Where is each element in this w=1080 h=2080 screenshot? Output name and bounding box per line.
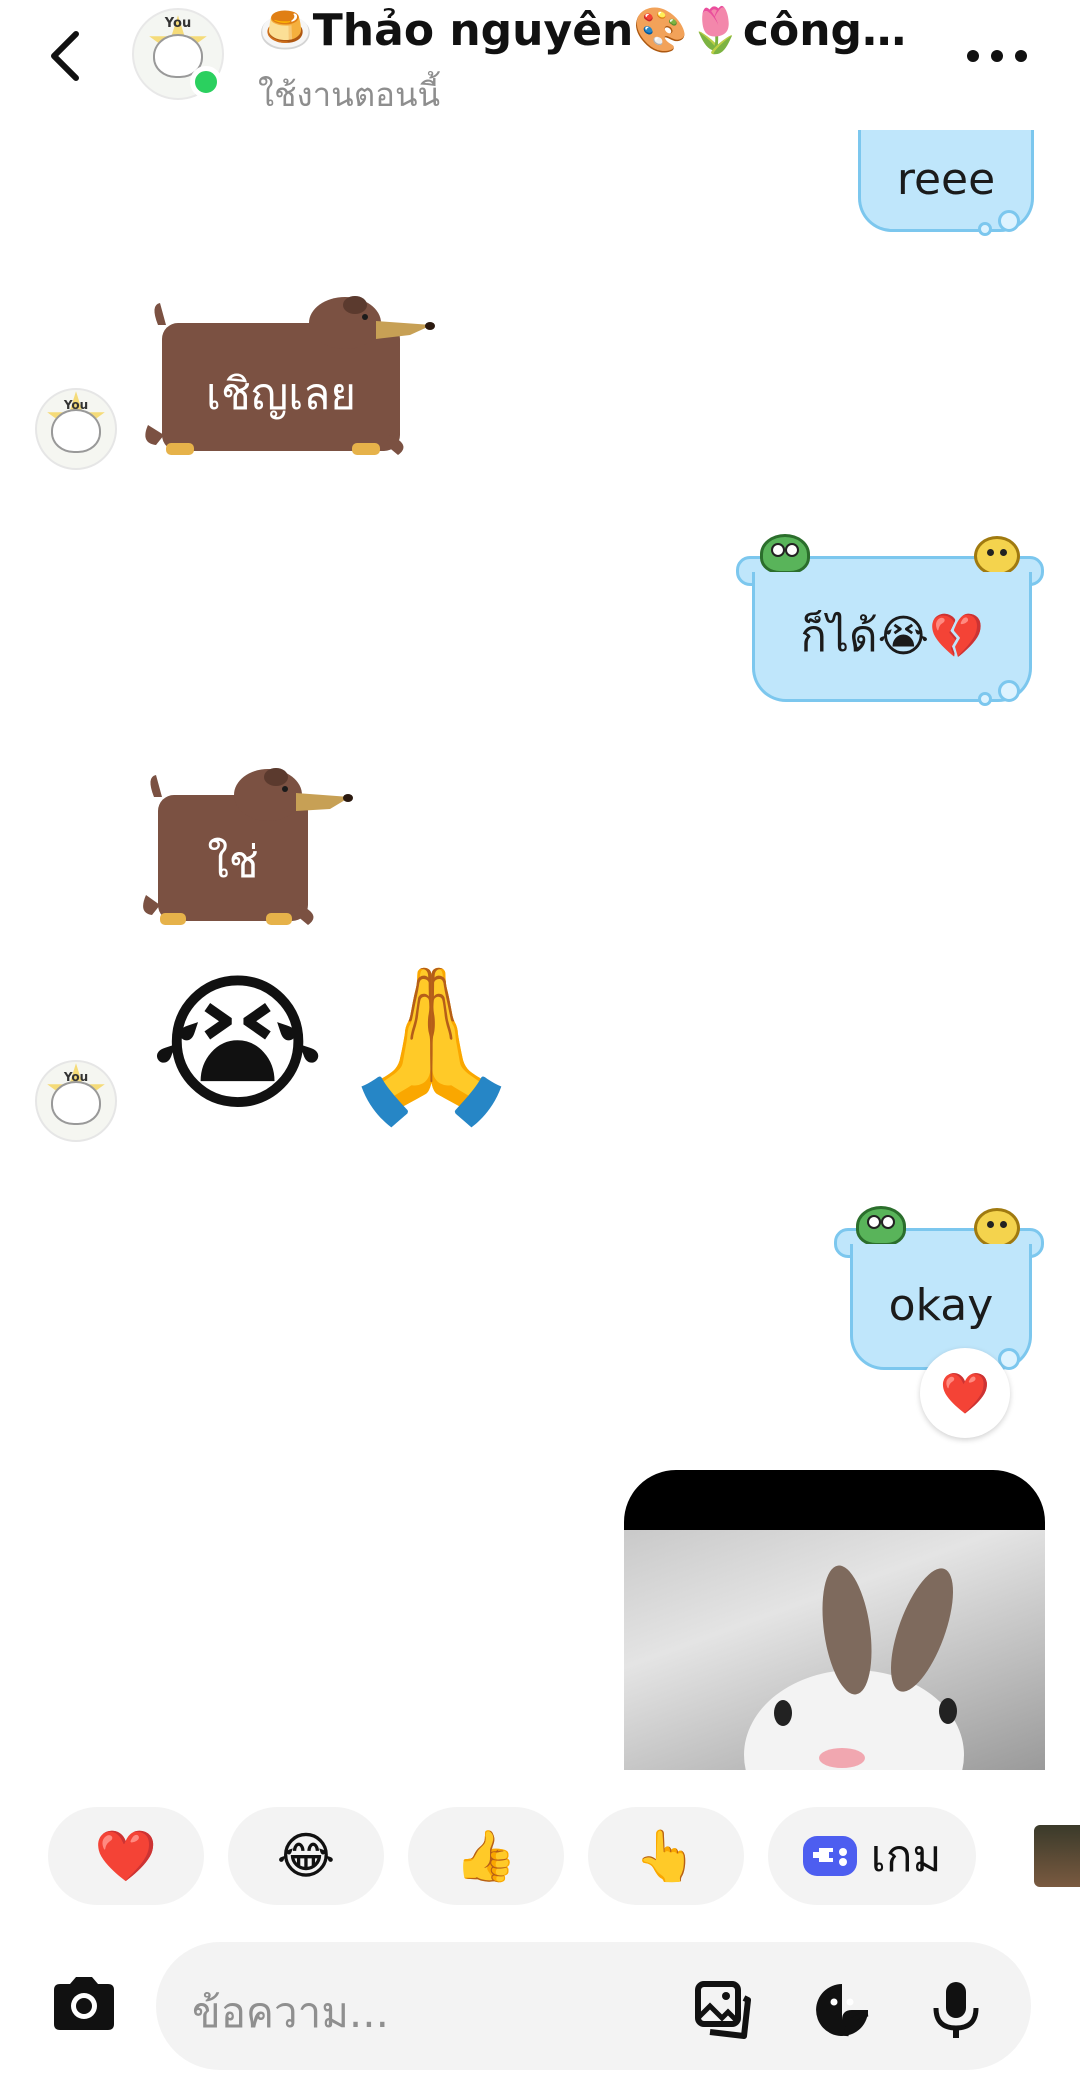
sender-avatar[interactable]: You (35, 1060, 117, 1142)
message-text: okay (888, 1280, 994, 1331)
message-input[interactable]: ข้อความ... (156, 1942, 1031, 2070)
quick-reaction-bar: ❤️ 😂 👍 👆 เกม (0, 1795, 1080, 1915)
duck-icon (974, 1208, 1020, 1248)
camera-icon[interactable] (48, 1974, 120, 2034)
sticker-text: ใช่ (207, 837, 259, 888)
sender-avatar[interactable]: You (35, 388, 117, 470)
message-text: reee (896, 154, 996, 205)
microphone-icon[interactable] (926, 1980, 986, 2040)
heart-reaction[interactable]: ❤️ (920, 1348, 1010, 1438)
online-indicator (190, 66, 222, 98)
back-chevron-icon[interactable] (44, 24, 88, 88)
quick-laugh-button[interactable]: 😂 (228, 1807, 384, 1905)
dog-sticker-invite[interactable]: เชิญเลย (140, 295, 440, 475)
active-status: ใช้งานตอนนี้ (258, 75, 441, 114)
outgoing-message-okay-sad[interactable]: ก็ได้😭💔 (752, 572, 1032, 702)
point-up-emoji: 👆 (634, 1826, 698, 1885)
laughing-emoji: 😂 (276, 1827, 336, 1885)
frog-icon (856, 1206, 906, 1246)
gallery-icon[interactable] (694, 1980, 754, 2040)
games-label: เกม (870, 1831, 942, 1882)
contact-avatar[interactable]: You (132, 8, 224, 100)
message-input-placeholder: ข้อความ... (192, 1988, 389, 2037)
dog-sticker-yes[interactable]: ใช่ (140, 765, 360, 945)
duck-icon (974, 536, 1020, 576)
bubble-foam (998, 680, 1020, 702)
message-composer: ข้อความ... (0, 1930, 1080, 2080)
bubble-foam (978, 222, 992, 236)
games-button[interactable]: เกม (768, 1807, 976, 1905)
folded-hands-emoji[interactable]: 🙏 (338, 970, 525, 1120)
loudly-crying-emoji[interactable]: 😭 (150, 970, 325, 1120)
heart-emoji: ❤️ (94, 1826, 158, 1885)
chat-header: You 🍮Thảo nguyên🎨🌷công t… ใช้งานตอนนี้ (0, 0, 1080, 130)
quick-heart-button[interactable]: ❤️ (48, 1807, 204, 1905)
message-text: ก็ได้😭💔 (800, 610, 984, 662)
shared-video-thumbnail[interactable] (624, 1470, 1045, 1770)
bubble-foam (978, 692, 992, 706)
quick-point-up-button[interactable]: 👆 (588, 1807, 744, 1905)
frog-icon (760, 534, 810, 574)
rabbit-photo (624, 1530, 1045, 1770)
chat-title[interactable]: 🍮Thảo nguyên🎨🌷công t… (258, 4, 918, 56)
sticker-icon[interactable] (812, 1980, 872, 2040)
contact-photo-chip[interactable] (1034, 1825, 1080, 1887)
bubble-foam (998, 210, 1020, 232)
sticker-text: เชิญเลย (205, 369, 357, 420)
quick-thumbs-up-button[interactable]: 👍 (408, 1807, 564, 1905)
avatar-caption: You (164, 16, 192, 31)
gamepad-icon (802, 1836, 857, 1876)
more-options-icon[interactable] (962, 40, 1032, 70)
thumbs-up-emoji: 👍 (454, 1826, 518, 1885)
